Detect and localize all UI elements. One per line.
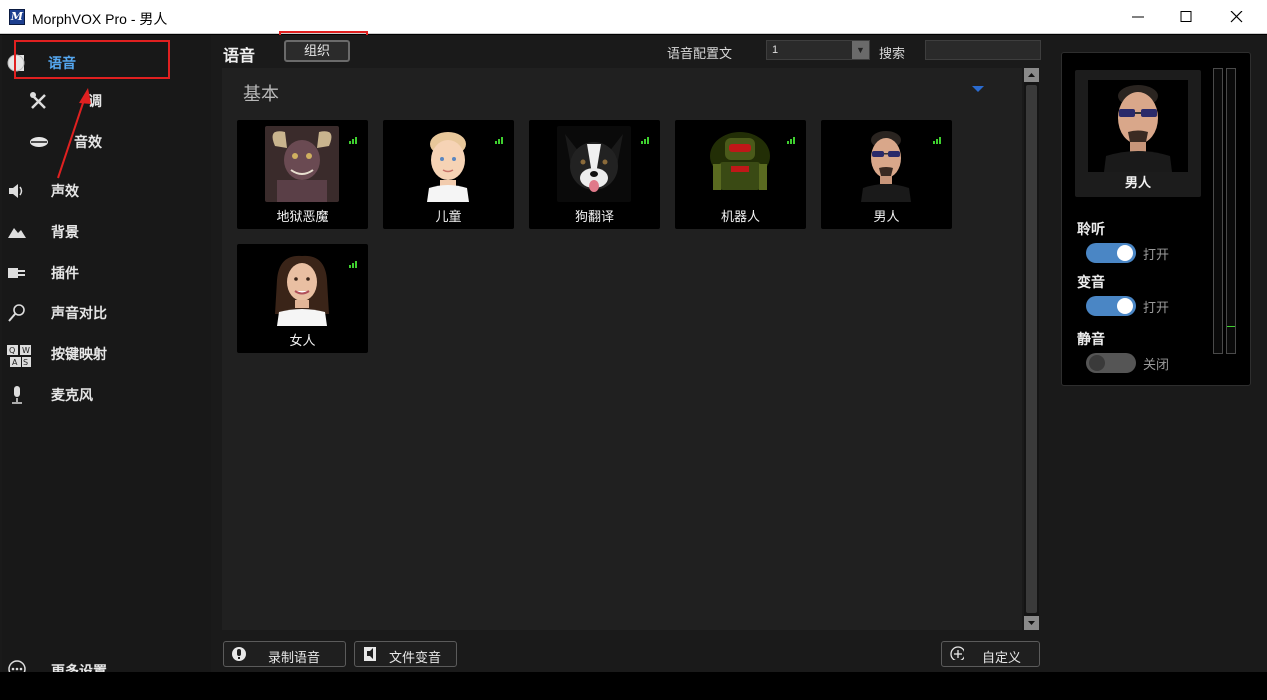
add-circle-icon [950,646,964,660]
sidebar-item-label: 声音对比 [51,305,107,321]
sidebar-item-label: 更多设置 [51,663,107,672]
page-title: 语音 [223,48,256,65]
voice-card-man[interactable]: 男人 [821,120,952,229]
minimize-button[interactable] [1115,0,1163,34]
magnifier-icon [7,304,27,322]
voice-card-demon[interactable]: 地狱恶魔 [237,120,368,229]
mute-toggle[interactable] [1086,353,1136,373]
mute-label: 静音 [1077,331,1105,347]
svg-text:A: A [12,358,18,367]
voice-card-woman[interactable]: 女人 [237,244,368,353]
svg-text:W: W [22,346,30,355]
voice-panel: 语音 组织 语音配置文 1 ▼ 搜索 基本 地狱恶魔 儿童 狗翻译 机器人 男人… [212,35,1050,672]
search-input[interactable] [925,40,1041,60]
sidebar-item-plugins[interactable]: 插件 [2,253,211,291]
sidebar-item-more-settings[interactable]: 更多设置 [2,650,211,672]
voice-profile-select[interactable]: 1 ▼ [766,40,870,60]
voice-card-dog[interactable]: 狗翻译 [529,120,660,229]
sidebar-item-label: 插件 [51,265,79,281]
organize-button[interactable]: 组织 [284,40,350,62]
morph-toggle[interactable] [1086,296,1136,316]
chevron-down-icon: ▼ [852,41,869,59]
file-morph-button[interactable]: 文件变音 [354,641,457,667]
voice-name: 儿童 [435,209,462,224]
toggle-knob [1089,355,1105,371]
man-portrait [849,126,923,202]
dog-portrait [557,126,631,202]
status-panel: 男人 聆听 打开 变音 打开 静音 关闭 [1051,35,1267,672]
scroll-down-button[interactable] [1024,616,1039,630]
svg-text:Q: Q [9,346,15,355]
child-portrait [411,126,485,202]
current-voice-portrait [1088,80,1188,172]
listen-label: 聆听 [1077,221,1105,237]
maximize-button[interactable] [1163,0,1211,34]
microphone-icon [7,386,27,404]
status-box: 男人 聆听 打开 变音 打开 静音 关闭 [1061,52,1251,386]
minimize-icon [1132,16,1144,18]
sidebar-item-background[interactable]: 背景 [2,212,211,250]
collapse-section-icon[interactable] [972,86,984,92]
robot-portrait [703,126,777,202]
current-voice-card: 男人 [1075,70,1201,197]
voice-card-child[interactable]: 儿童 [383,120,514,229]
demon-portrait [265,126,339,202]
voice-name: 男人 [873,209,900,224]
voice-name: 女人 [289,333,316,348]
record-icon [232,647,246,661]
file-icon [364,647,376,661]
record-voice-label: 录制语音 [268,650,321,665]
voice-card-robot[interactable]: 机器人 [675,120,806,229]
voice-name: 机器人 [720,209,760,224]
section-title: 基本 [243,84,279,104]
signal-strength-icon [495,137,503,144]
file-morph-label: 文件变音 [389,650,442,665]
landscape-icon [7,223,27,241]
keyboard-icon: QWAS [7,345,31,367]
current-voice-name: 男人 [1124,175,1151,190]
sidebar-item-voice-compare[interactable]: 声音对比 [2,293,211,331]
close-icon [1230,11,1243,23]
voice-profile-label: 语音配置文 [667,46,733,61]
sidebar-item-key-mapping[interactable]: QWAS 按键映射 [2,334,211,372]
sidebar-item-microphone[interactable]: 麦克风 [2,375,211,413]
more-icon [7,660,27,672]
signal-strength-icon [787,137,795,144]
close-button[interactable] [1213,0,1261,34]
signal-strength-icon [641,137,649,144]
signal-strength-icon [933,137,941,144]
voice-name: 狗翻译 [574,209,614,224]
listen-toggle[interactable] [1086,243,1136,263]
signal-strength-icon [349,137,357,144]
customize-label: 自定义 [982,650,1022,665]
mute-state: 关闭 [1143,357,1170,372]
search-label: 搜索 [879,46,906,61]
input-level-meter [1213,68,1223,354]
sidebar-item-label: 麦克风 [51,387,93,403]
voice-name: 地狱恶魔 [276,209,329,224]
customize-button[interactable]: 自定义 [941,641,1040,667]
woman-portrait [265,250,339,326]
toggle-knob [1117,298,1133,314]
morph-state: 打开 [1143,300,1170,315]
sidebar-item-label: 按键映射 [51,346,107,362]
toggle-knob [1117,245,1133,261]
signal-strength-icon [349,261,357,268]
svg-text:S: S [23,358,28,367]
record-voice-button[interactable]: 录制语音 [223,641,346,667]
scrollbar-thumb[interactable] [1026,85,1037,613]
scroll-up-button[interactable] [1024,68,1039,82]
voice-list: 基本 地狱恶魔 儿童 狗翻译 机器人 男人 女人 [222,68,1022,630]
output-level-meter [1226,68,1236,354]
sidebar-item-label: 背景 [51,224,79,240]
voice-profile-value: 1 [772,44,779,56]
listen-state: 打开 [1143,247,1170,262]
plugin-icon [7,264,27,282]
maximize-icon [1180,11,1192,22]
meter-level-mark [1227,326,1235,327]
morph-label: 变音 [1077,274,1105,290]
voice-list-scrollbar[interactable] [1024,68,1039,630]
bottom-strip [0,672,1267,700]
